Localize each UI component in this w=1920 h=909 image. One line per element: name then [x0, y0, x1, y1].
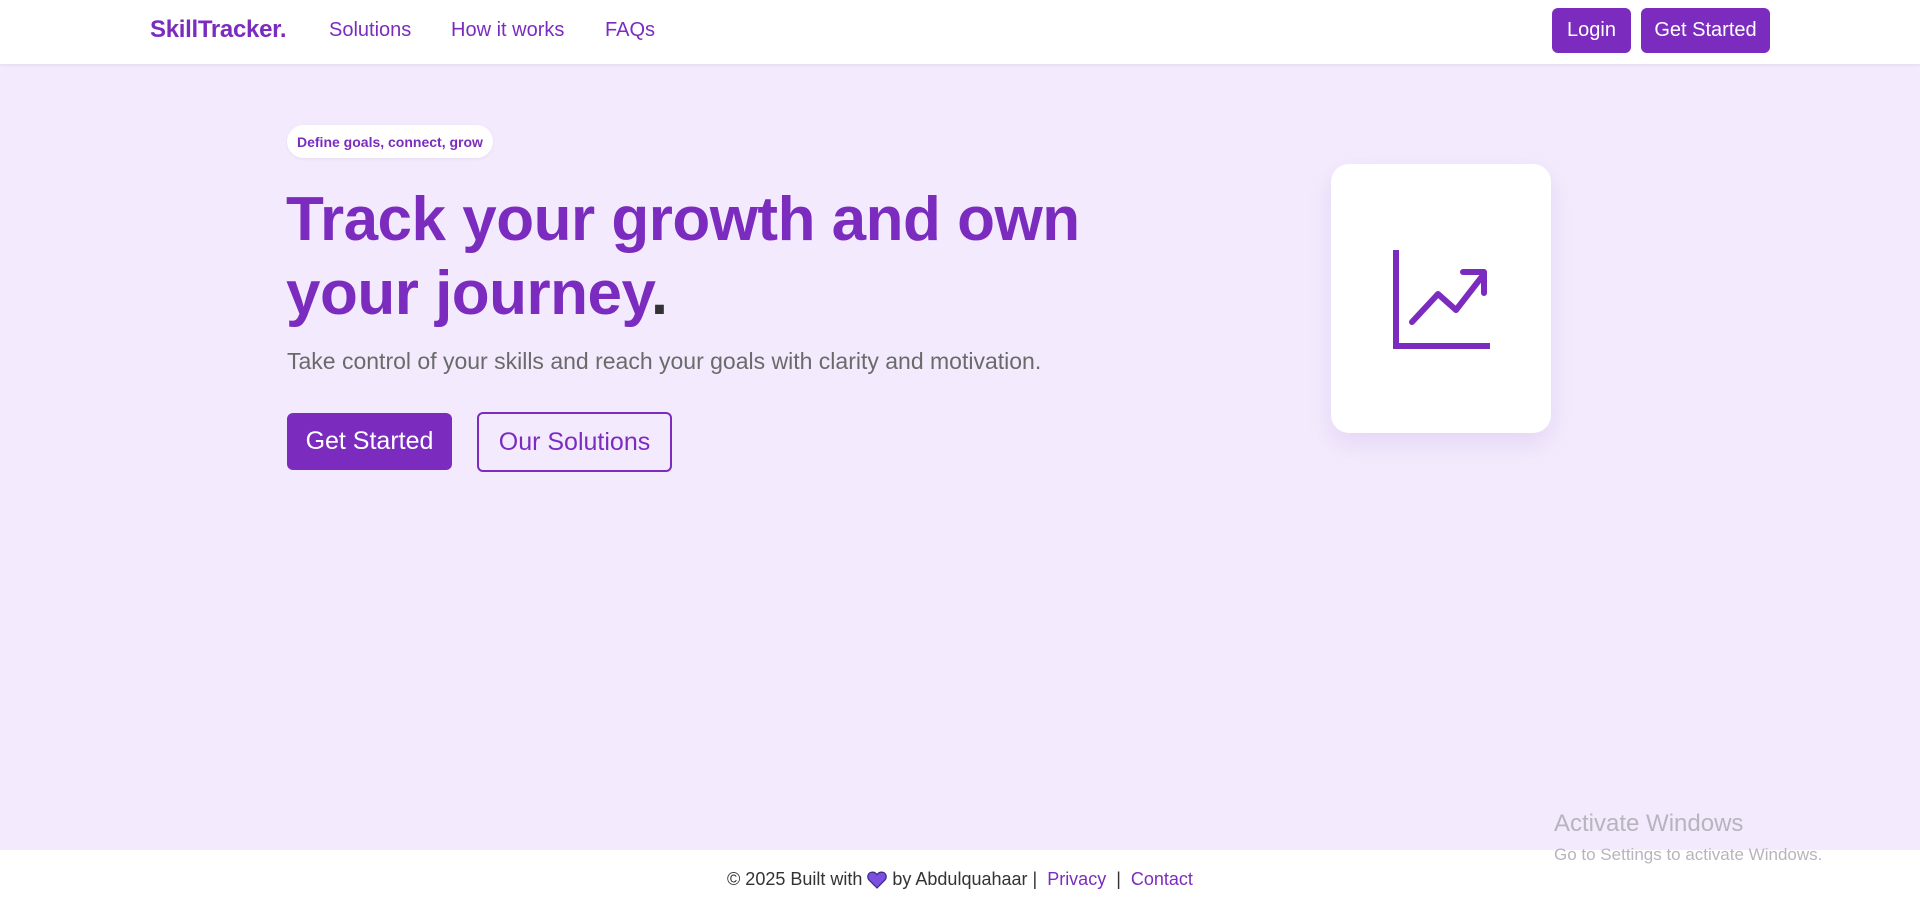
- hero-title-dot: .: [650, 259, 668, 328]
- windows-activation-title: Activate Windows: [1554, 810, 1744, 837]
- brand-logo[interactable]: SkillTracker.: [150, 16, 287, 44]
- hero-illustration-card: [1331, 164, 1551, 433]
- tagline-badge: Define goals, connect, grow: [287, 125, 493, 158]
- nav-link-faqs[interactable]: FAQs: [605, 19, 655, 42]
- login-button[interactable]: Login: [1552, 8, 1631, 53]
- trending-up-chart-icon: [1393, 249, 1490, 349]
- nav-link-solutions[interactable]: Solutions: [329, 19, 411, 42]
- nav-link-how-it-works[interactable]: How it works: [451, 19, 564, 42]
- nav-get-started-button[interactable]: Get Started: [1641, 8, 1770, 53]
- footer-contact-link[interactable]: Contact: [1131, 869, 1193, 890]
- footer-privacy-link[interactable]: Privacy: [1047, 869, 1106, 890]
- footer-author: by Abdulquahaar |: [892, 869, 1038, 889]
- hero-title: Track your growth and own your journey.: [286, 183, 1186, 331]
- top-navbar: SkillTracker. Solutions How it works FAQ…: [0, 0, 1920, 64]
- footer-copyright: © 2025 Built with: [727, 869, 863, 889]
- hero-get-started-button[interactable]: Get Started: [287, 413, 452, 470]
- hero-title-text: Track your growth and own your journey: [286, 185, 1080, 328]
- our-solutions-button[interactable]: Our Solutions: [477, 412, 672, 472]
- hero-subtitle: Take control of your skills and reach yo…: [287, 348, 1042, 374]
- footer-separator: |: [1116, 869, 1121, 889]
- windows-activation-subtitle: Go to Settings to activate Windows.: [1554, 845, 1823, 864]
- heart-icon: [867, 871, 888, 889]
